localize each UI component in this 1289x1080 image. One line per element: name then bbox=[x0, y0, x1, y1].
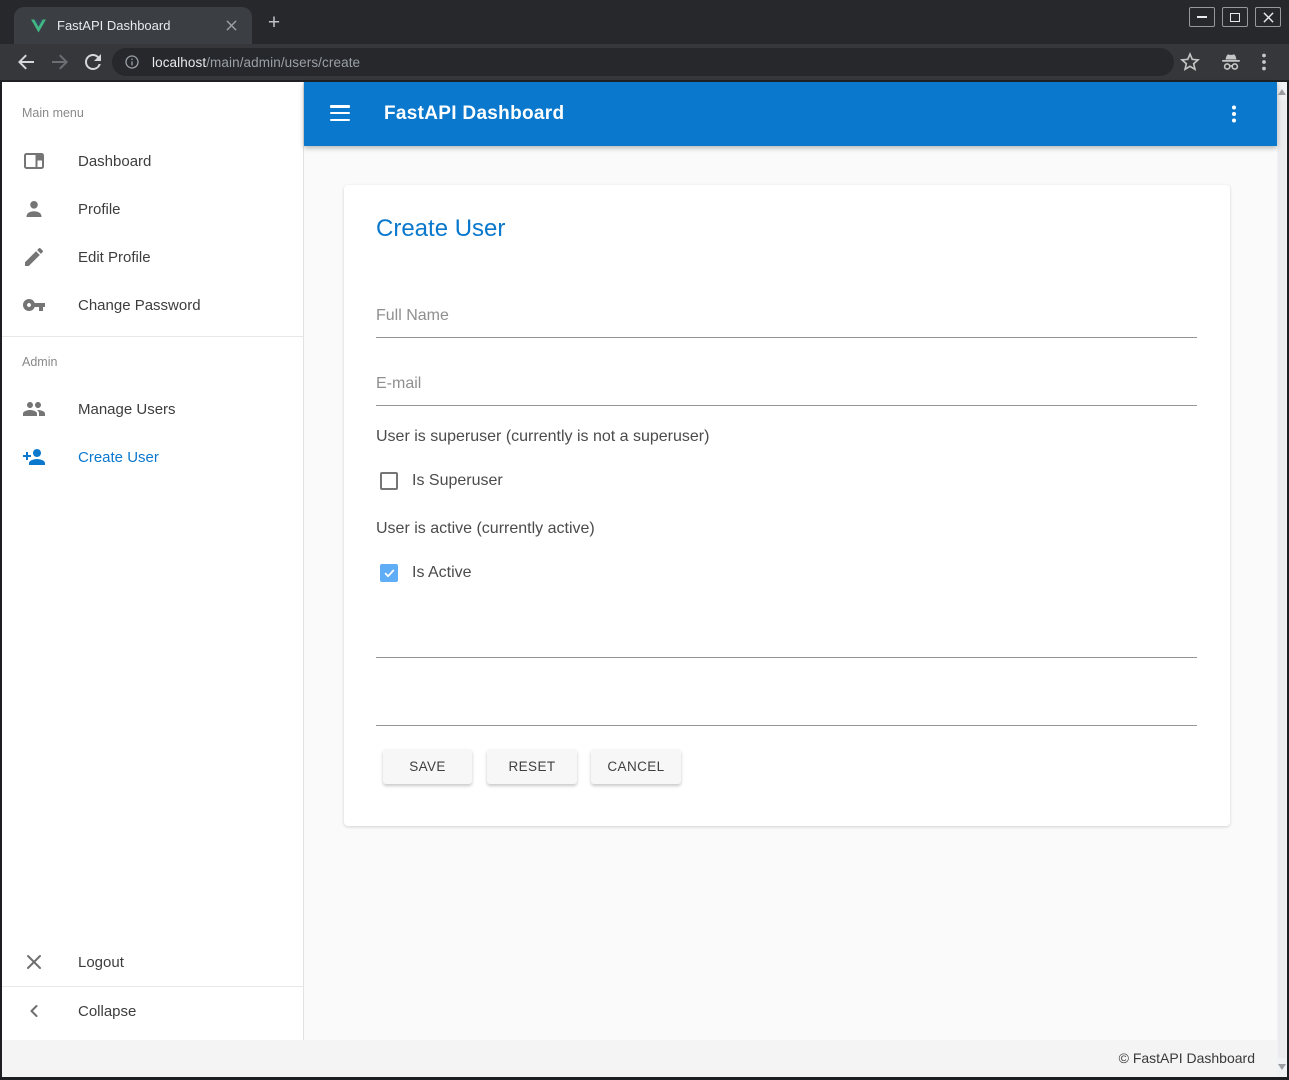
sidebar-item-label: Manage Users bbox=[78, 401, 176, 418]
maximize-icon bbox=[1230, 13, 1240, 22]
pencil-icon bbox=[22, 245, 46, 269]
set-password-field-wrap bbox=[376, 618, 1197, 658]
sidebar-item-label: Collapse bbox=[78, 1003, 136, 1020]
close-button[interactable] bbox=[1255, 7, 1281, 27]
browser-tab[interactable]: FastAPI Dashboard bbox=[14, 7, 252, 44]
sidebar-divider bbox=[2, 336, 303, 337]
people-icon bbox=[22, 397, 46, 421]
browser-toolbar: localhost/main/admin/users/create bbox=[0, 44, 1289, 82]
is-active-label: Is Active bbox=[412, 564, 472, 582]
is-active-checkbox-row[interactable]: Is Active bbox=[380, 564, 472, 582]
scroll-down-icon[interactable] bbox=[1278, 1064, 1286, 1070]
minimize-icon bbox=[1197, 16, 1207, 18]
reload-button[interactable] bbox=[81, 50, 105, 74]
cancel-button[interactable]: CANCEL bbox=[591, 749, 681, 784]
sidebar-item-logout[interactable]: Logout bbox=[2, 938, 303, 986]
close-icon bbox=[1263, 12, 1274, 23]
page-scrollbar[interactable] bbox=[1277, 82, 1287, 1077]
tab-close-icon[interactable] bbox=[222, 17, 240, 35]
scroll-up-icon[interactable] bbox=[1278, 89, 1286, 95]
check-icon bbox=[383, 567, 396, 580]
maximize-button[interactable] bbox=[1222, 7, 1248, 27]
browser-window: FastAPI Dashboard + localh bbox=[0, 0, 1289, 1080]
sidebar-item-create-user[interactable]: Create User bbox=[2, 433, 303, 481]
sidebar-section-admin: Admin bbox=[22, 355, 57, 369]
create-user-card: Create User User is superuser (currently… bbox=[344, 185, 1230, 826]
minimize-button[interactable] bbox=[1189, 7, 1215, 27]
main-content: FastAPI Dashboard Create User User is su… bbox=[304, 82, 1277, 1040]
is-superuser-checkbox-row[interactable]: Is Superuser bbox=[380, 472, 503, 490]
sidebar-item-manage-users[interactable]: Manage Users bbox=[2, 385, 303, 433]
sidebar-item-label: Dashboard bbox=[78, 153, 151, 170]
bookmark-star-icon[interactable] bbox=[1178, 50, 1202, 74]
url-text: localhost/main/admin/users/create bbox=[152, 55, 360, 70]
incognito-icon bbox=[1219, 50, 1243, 74]
copyright-text: © FastAPI Dashboard bbox=[1119, 1050, 1277, 1066]
page-title: Create User bbox=[376, 215, 505, 243]
dashboard-icon bbox=[22, 149, 46, 173]
sidebar-item-label: Edit Profile bbox=[78, 249, 151, 266]
is-active-checkbox[interactable] bbox=[380, 564, 398, 582]
sidebar-item-change-password[interactable]: Change Password bbox=[2, 281, 303, 329]
hamburger-menu-icon[interactable] bbox=[330, 105, 350, 121]
app-menu-kebab-icon[interactable] bbox=[1222, 102, 1246, 126]
sidebar-item-label: Create User bbox=[78, 449, 159, 466]
address-bar[interactable]: localhost/main/admin/users/create bbox=[112, 48, 1174, 76]
sidebar-item-collapse[interactable]: Collapse bbox=[2, 987, 303, 1035]
is-superuser-label: Is Superuser bbox=[412, 472, 503, 490]
app-footer: © FastAPI Dashboard bbox=[2, 1040, 1277, 1077]
full-name-input[interactable] bbox=[376, 298, 1197, 337]
tab-bar: FastAPI Dashboard + bbox=[0, 0, 1289, 44]
save-button[interactable]: SAVE bbox=[383, 749, 472, 784]
full-name-field-wrap bbox=[376, 298, 1197, 338]
close-x-icon bbox=[22, 950, 46, 974]
site-info-icon[interactable] bbox=[124, 54, 140, 70]
key-icon bbox=[22, 293, 46, 317]
email-input[interactable] bbox=[376, 366, 1197, 405]
sidebar-item-label: Logout bbox=[78, 954, 124, 971]
confirm-password-input[interactable] bbox=[376, 686, 1197, 725]
sidebar-item-edit-profile[interactable]: Edit Profile bbox=[2, 233, 303, 281]
new-tab-button[interactable]: + bbox=[260, 9, 288, 37]
browser-menu-icon[interactable] bbox=[1252, 50, 1276, 74]
is-superuser-checkbox[interactable] bbox=[380, 472, 398, 490]
window-controls bbox=[1189, 7, 1281, 27]
app-title: FastAPI Dashboard bbox=[384, 82, 564, 146]
tab-title: FastAPI Dashboard bbox=[57, 18, 222, 33]
url-path: /main/admin/users/create bbox=[206, 55, 360, 70]
sidebar-item-label: Change Password bbox=[78, 297, 201, 314]
person-add-icon bbox=[22, 445, 46, 469]
sidebar-item-label: Profile bbox=[78, 201, 121, 218]
person-icon bbox=[22, 197, 46, 221]
confirm-password-field-wrap bbox=[376, 686, 1197, 726]
forward-button[interactable] bbox=[48, 50, 72, 74]
back-button[interactable] bbox=[14, 50, 38, 74]
superuser-hint: User is superuser (currently is not a su… bbox=[376, 428, 709, 446]
sidebar-item-dashboard[interactable]: Dashboard bbox=[2, 137, 303, 185]
sidebar: Main menu Dashboard Profile bbox=[2, 82, 304, 1040]
set-password-input[interactable] bbox=[376, 618, 1197, 657]
email-field-wrap bbox=[376, 366, 1197, 406]
sidebar-section-main-menu: Main menu bbox=[22, 106, 84, 120]
reset-button[interactable]: RESET bbox=[487, 749, 577, 784]
vue-logo-icon bbox=[30, 17, 47, 34]
sidebar-item-profile[interactable]: Profile bbox=[2, 185, 303, 233]
app-viewport: Main menu Dashboard Profile bbox=[2, 82, 1287, 1077]
app-header: FastAPI Dashboard bbox=[304, 82, 1277, 146]
scrollbar-thumb[interactable] bbox=[1278, 100, 1286, 1058]
active-hint: User is active (currently active) bbox=[376, 520, 595, 538]
chevron-left-icon bbox=[22, 999, 46, 1023]
url-host: localhost bbox=[152, 55, 206, 70]
